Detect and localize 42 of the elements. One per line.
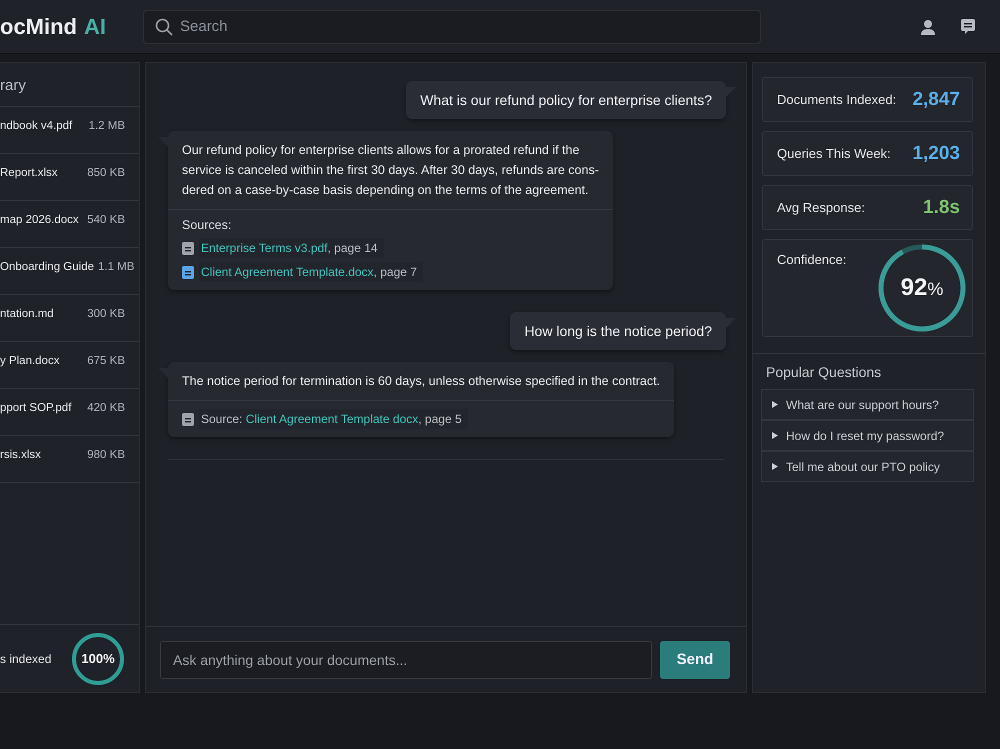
source-citation: Source: Client Agreement Template docx, page 5 [199,409,468,429]
source-citation: Enterprise Terms v3.pdf, page 14 [199,238,384,258]
file-item[interactable]: ndbook v4.pdf 1.2 MB [0,107,139,154]
question-item[interactable]: What are our support hours? [761,389,974,420]
send-button[interactable]: Send [660,640,730,678]
app-logo: ocMind AI [0,14,105,40]
file-item[interactable]: y Plan.docx 675 KB [0,342,139,389]
search-field[interactable]: Search [143,10,761,44]
bullet-icon [772,463,778,470]
file-item[interactable]: pport SOP.pdf 420 KB [0,389,139,436]
message-input[interactable]: Ask anything about your documents... [160,640,652,678]
source-link[interactable]: Enterprise Terms v3.pdf [201,241,328,255]
stat-value: 1,203 [912,142,960,164]
question-item[interactable]: How do I reset my password? [761,420,974,451]
stat-label: Avg Response: [777,200,865,215]
user-icon[interactable] [920,18,936,34]
chat-icon[interactable] [960,18,976,34]
source-link[interactable]: Client Agreement Template docx [246,412,418,426]
bullet-icon [772,401,778,408]
question-item[interactable]: Tell me about our PTO policy [761,451,974,482]
file-item[interactable]: ntation.md 300 KB [0,295,139,342]
file-item[interactable]: rsis.xlsx 980 KB [0,436,139,483]
file-item[interactable]: Onboarding Guide 1.1 MB [0,248,139,295]
source-citation: Client Agreement Template.docx, page 7 [199,262,423,282]
stat-label: Documents Indexed: [777,92,896,107]
section-title: Popular Questions [765,363,882,382]
indexed-label: s indexed [0,652,52,666]
stat-label: Confidence: [777,252,846,267]
progress-reading: 100% [81,651,115,666]
confidence-reading: 92% [900,274,944,302]
sources-label: Sources: [182,218,232,232]
source-link[interactable]: Client Agreement Template.docx [201,265,374,279]
bullet-icon [772,432,778,439]
stat-label: Queries This Week: [777,146,891,161]
message-text: Our refund policy for enterprise clients allows for a prorated refund if the service is canceled within the first 30 days. After 30 days, refunds are cons- dered on a case-by-case basis depending on the terms of the agreement. [168,131,613,210]
file-item[interactable]: map 2026.docx 540 KB [0,201,139,248]
stat-value: 1.8s [923,196,960,218]
message-text: The notice period for termination is 60 days, unless otherwise specified in the contract. [168,362,674,401]
file-item[interactable]: Report.xlsx 850 KB [0,154,139,201]
stat-value: 2,847 [912,88,960,110]
search-icon [155,18,173,36]
panel-title: rary [0,63,139,107]
